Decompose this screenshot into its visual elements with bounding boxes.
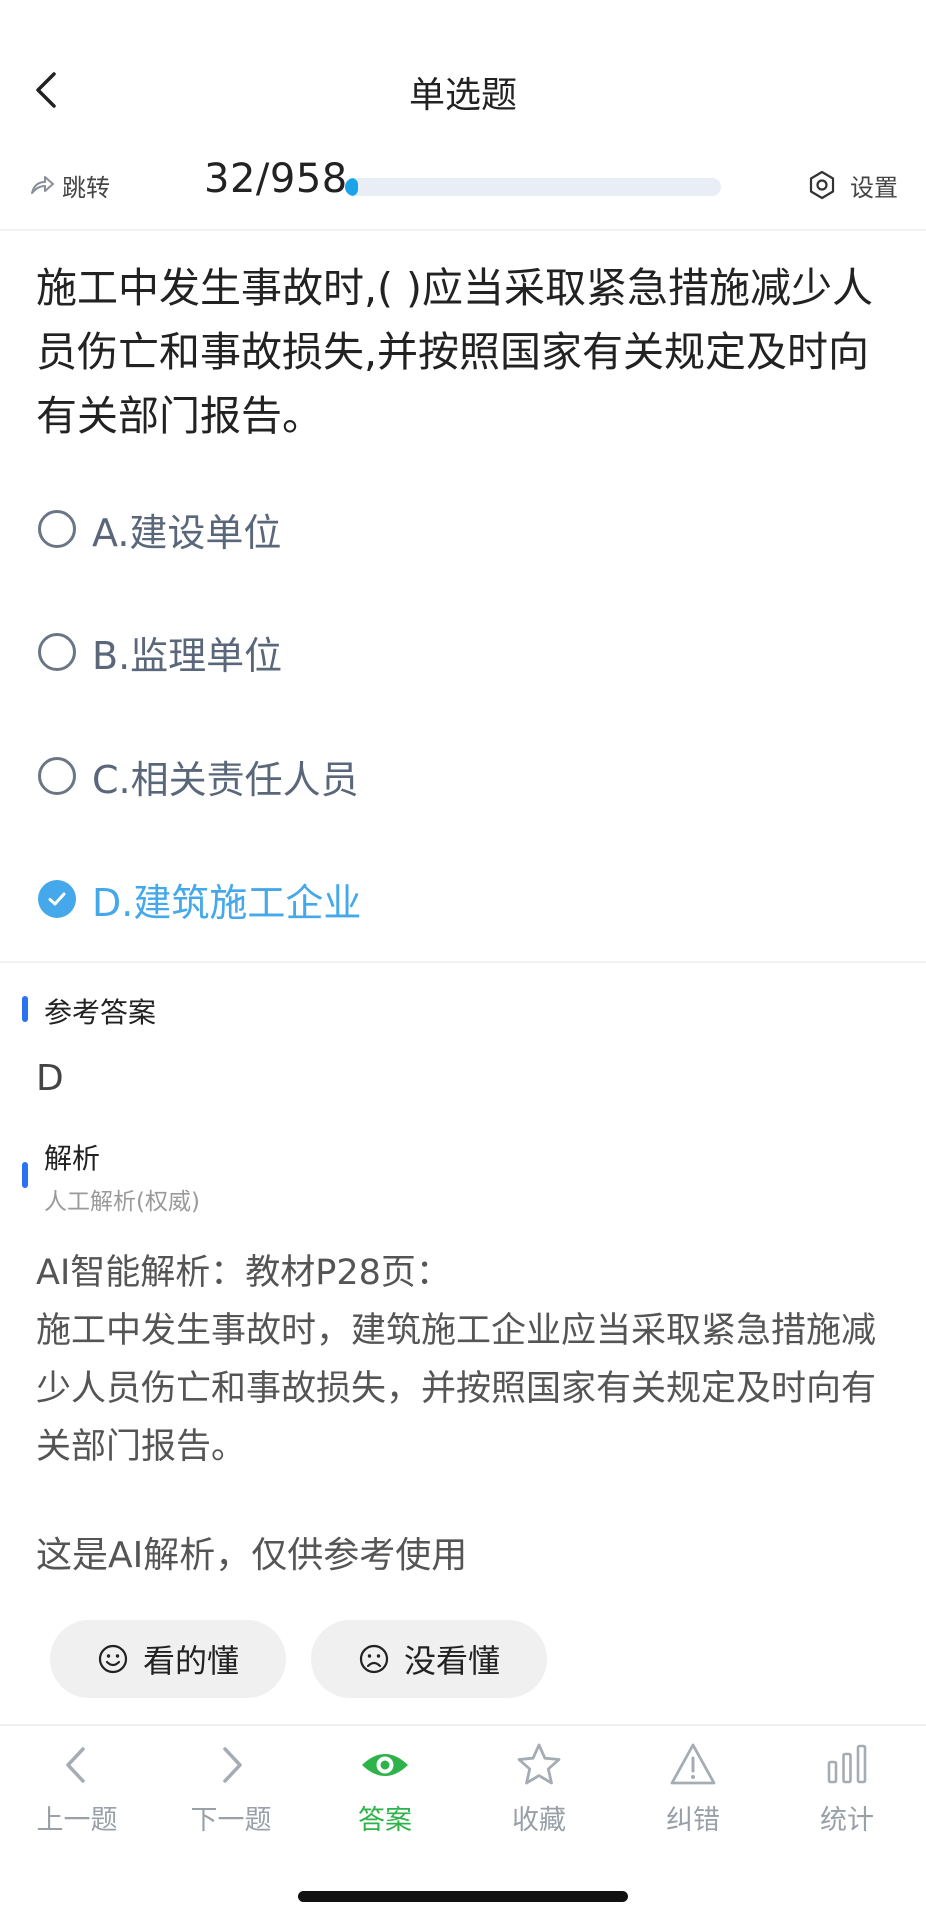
divider <box>0 229 926 231</box>
settings-label: 设置 <box>850 173 898 202</box>
section-accent-bar <box>22 1162 28 1188</box>
chevron-left-icon <box>66 1747 85 1783</box>
option-label: B.监理单位 <box>92 633 283 678</box>
jump-button[interactable]: 跳转 <box>28 165 110 205</box>
settings-button[interactable]: 设置 <box>806 165 898 205</box>
nav-report-error[interactable]: 纠错 <box>633 1740 753 1840</box>
nav-label: 统计 <box>820 1805 874 1836</box>
eye-icon <box>362 1754 408 1776</box>
section-accent-bar <box>22 996 28 1022</box>
progress-fill <box>345 178 358 196</box>
page-title: 单选题 <box>408 75 517 116</box>
nav-label: 答案 <box>358 1805 412 1836</box>
nav-next-question[interactable]: 下一题 <box>171 1740 291 1840</box>
option-c[interactable]: C.相关责任人员 <box>38 746 638 806</box>
nav-prev-question[interactable]: 上一题 <box>17 1740 137 1840</box>
nav-label: 下一题 <box>190 1805 272 1836</box>
nav-statistics[interactable]: 统计 <box>787 1740 907 1840</box>
option-b[interactable]: B.监理单位 <box>38 622 638 682</box>
progress-bar <box>345 178 721 196</box>
answer-value: D <box>36 1058 64 1099</box>
check-circle-icon <box>38 880 76 918</box>
not-understood-label: 没看懂 <box>403 1642 500 1680</box>
analysis-section-title: 解析 <box>44 1142 101 1175</box>
understood-label: 看的懂 <box>142 1642 239 1680</box>
smile-icon <box>98 1644 128 1674</box>
header-bar: 单选题 <box>0 40 926 140</box>
radio-unchecked-icon <box>38 757 76 795</box>
analysis-subtitle: 人工解析(权威) <box>44 1189 200 1215</box>
nav-favorite[interactable]: 收藏 <box>479 1740 599 1840</box>
option-label: D.建筑施工企业 <box>92 880 362 925</box>
analysis-text: AI智能解析：教材P28页： 施工中发生事故时，建筑施工企业应当采取紧急措施减少… <box>36 1244 906 1476</box>
nav-label: 上一题 <box>36 1805 118 1836</box>
radio-unchecked-icon <box>38 510 76 548</box>
option-label: C.相关责任人员 <box>92 757 359 802</box>
bar-chart-icon <box>827 1744 867 1784</box>
home-indicator <box>298 1891 628 1902</box>
option-label: A.建设单位 <box>92 510 282 555</box>
question-counter: 32/958 <box>204 156 348 202</box>
gear-icon <box>809 170 835 200</box>
not-understood-button[interactable]: 没看懂 <box>311 1620 547 1698</box>
answer-section-title: 参考答案 <box>44 996 157 1029</box>
nav-label: 收藏 <box>512 1805 566 1836</box>
analysis-line: AI智能解析：教材P28页： <box>36 1253 451 1293</box>
question-toolbar: 跳转 32/958 设置 <box>0 150 926 220</box>
ai-disclaimer: 这是AI解析，仅供参考使用 <box>36 1535 468 1576</box>
question-text: 施工中发生事故时,( )应当采取紧急措施减少人员伤亡和事故损失,并按照国家有关规… <box>36 264 874 440</box>
bottom-nav: 上一题 下一题 答案 收藏 纠错 统计 <box>0 1724 926 1844</box>
jump-label: 跳转 <box>62 173 110 202</box>
share-arrow-icon <box>31 176 54 194</box>
option-d[interactable]: D.建筑施工企业 <box>38 869 638 929</box>
nav-label: 纠错 <box>666 1805 720 1836</box>
frown-icon <box>359 1644 389 1674</box>
nav-answer[interactable]: 答案 <box>325 1740 445 1840</box>
option-a[interactable]: A.建设单位 <box>38 499 638 559</box>
understood-button[interactable]: 看的懂 <box>50 1620 286 1698</box>
star-icon <box>517 1743 561 1785</box>
radio-unchecked-icon <box>38 633 76 671</box>
divider <box>0 961 926 963</box>
warning-icon <box>670 1743 716 1785</box>
analysis-body: 施工中发生事故时，建筑施工企业应当采取紧急措施减少人员伤亡和事故损失，并按照国家… <box>36 1311 877 1467</box>
chevron-right-icon <box>223 1747 242 1783</box>
